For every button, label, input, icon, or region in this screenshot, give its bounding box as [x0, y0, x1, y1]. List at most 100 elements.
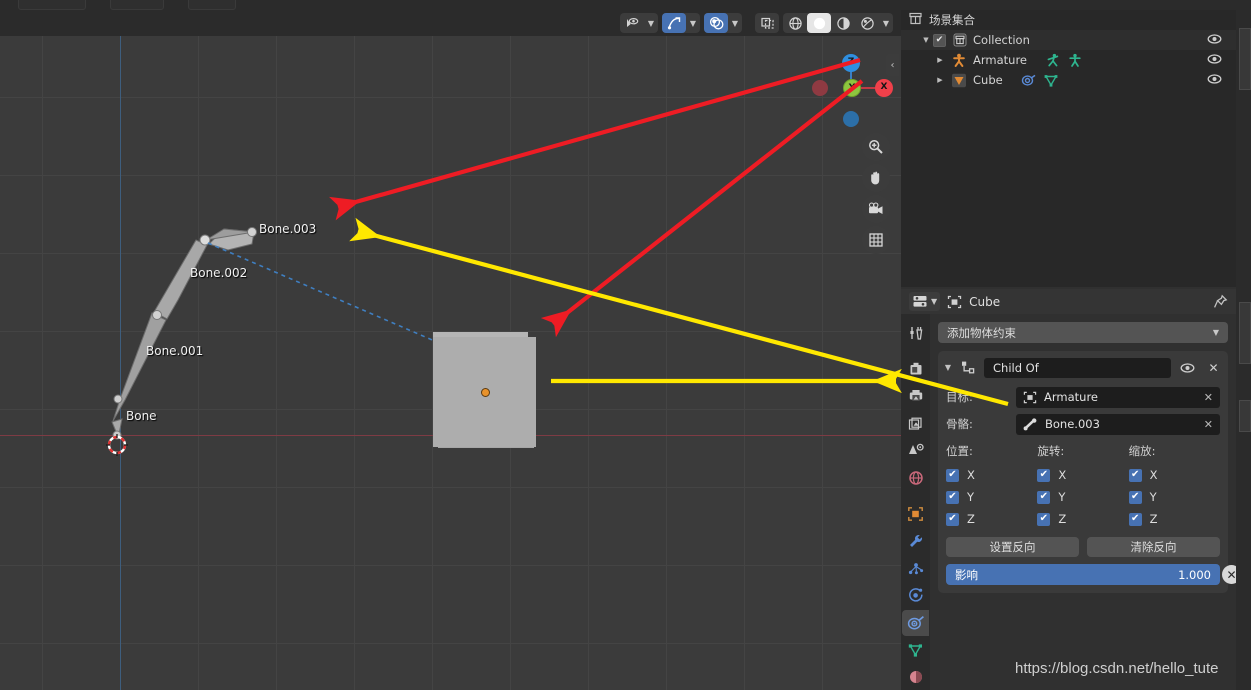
rotation-z-checkbox[interactable]: ✔: [1037, 512, 1051, 526]
outliner-scene-collection[interactable]: 场景集合: [901, 10, 1236, 30]
scale-x-checkbox[interactable]: ✔: [1128, 468, 1142, 482]
overlays-icon[interactable]: [704, 13, 728, 33]
collection-checkbox[interactable]: ✔: [933, 33, 946, 47]
gizmo-axis-z[interactable]: Z: [842, 54, 860, 72]
set-inverse-button[interactable]: 设置反向: [946, 537, 1079, 557]
rotation-x-checkbox[interactable]: ✔: [1037, 468, 1051, 482]
chevron-down-icon[interactable]: ▼: [931, 297, 937, 306]
tab-modifiers[interactable]: [902, 528, 929, 554]
solid-sphere-icon[interactable]: [807, 13, 831, 33]
navigation-gizmo[interactable]: Z Y X: [805, 40, 897, 132]
tab-scene[interactable]: [902, 438, 929, 464]
grid-icon[interactable]: [862, 226, 890, 254]
constraint-icon[interactable]: [1021, 73, 1037, 88]
location-x-checkbox[interactable]: ✔: [946, 468, 959, 482]
clear-bone-icon[interactable]: ✕: [1204, 418, 1213, 431]
constraint-eye-icon[interactable]: [1178, 362, 1197, 374]
rotation-x-row[interactable]: ✔ X: [1037, 464, 1128, 486]
armature-data-icon[interactable]: [1067, 53, 1083, 68]
visibility-eye-icon[interactable]: [1207, 53, 1222, 68]
gizmo-axis-neg-x[interactable]: [812, 80, 828, 96]
outliner-row-armature[interactable]: ▶ Armature: [901, 50, 1236, 70]
tab-physics[interactable]: [902, 582, 929, 608]
rendered-sphere-icon[interactable]: [855, 13, 879, 33]
pose-icon[interactable]: [1045, 53, 1061, 68]
cube-origin-point[interactable]: [481, 388, 490, 397]
location-y-row[interactable]: ✔ Y: [946, 486, 1037, 508]
location-x-row[interactable]: ✔ X: [946, 464, 1037, 486]
rotation-y-row[interactable]: ✔ Y: [1037, 486, 1128, 508]
right-pane-1[interactable]: [1239, 28, 1251, 90]
clear-inverse-button[interactable]: 清除反向: [1087, 537, 1220, 557]
location-y-checkbox[interactable]: ✔: [946, 490, 959, 504]
viewport-sidebar-collapse-icon[interactable]: ‹: [886, 54, 899, 76]
expand-triangle-icon[interactable]: ▶: [933, 56, 947, 64]
material-sphere-icon[interactable]: [831, 13, 855, 33]
overlays-toggle-group[interactable]: ▼: [704, 13, 742, 33]
tab-object-data[interactable]: [902, 637, 929, 663]
shading-mode-group[interactable]: ▼: [783, 13, 893, 33]
chevron-down-icon[interactable]: ▼: [879, 13, 893, 33]
constraint-panel-header[interactable]: ▼ Child Of ✕: [943, 356, 1223, 379]
constraint-name-field[interactable]: Child Of: [984, 357, 1171, 378]
properties-editor[interactable]: ▼ Cube 添加物体约束 ▼ ▼ Child Of ✕ 目标: Armatur…: [901, 289, 1241, 690]
tab-output[interactable]: [902, 383, 929, 409]
tab-render[interactable]: [902, 356, 929, 382]
expand-triangle-icon[interactable]: ▼: [919, 36, 933, 44]
top-widget-2[interactable]: [110, 0, 164, 10]
chevron-down-icon[interactable]: ▼: [686, 13, 700, 33]
xray-toggle-group[interactable]: [755, 13, 779, 33]
tab-tool[interactable]: [902, 320, 929, 346]
top-widget-3[interactable]: [188, 0, 236, 10]
right-pane-3[interactable]: [1239, 400, 1251, 432]
visibility-eye-icon[interactable]: [1207, 73, 1222, 88]
tab-particles[interactable]: [902, 555, 929, 581]
scale-z-row[interactable]: ✔ Z: [1128, 508, 1220, 530]
panel-expand-triangle-icon[interactable]: ▼: [943, 363, 953, 372]
pan-hand-icon[interactable]: [862, 164, 890, 192]
influence-slider[interactable]: 影响 1.000 ✕: [946, 564, 1241, 585]
pin-icon[interactable]: [1213, 294, 1228, 309]
scale-z-checkbox[interactable]: ✔: [1128, 512, 1142, 526]
bone-field[interactable]: Bone.003 ✕: [1016, 413, 1220, 435]
editor-type-dropdown[interactable]: ▼: [909, 292, 941, 311]
gizmo-axis-x[interactable]: X: [875, 79, 893, 97]
viewport-3d[interactable]: Bone Bone.001 Bone.002 Bone.003 Z Y X ‹ …: [0, 10, 901, 690]
rotation-z-row[interactable]: ✔ Z: [1037, 508, 1128, 530]
gizmo-icon[interactable]: [662, 13, 686, 33]
tab-world[interactable]: [902, 465, 929, 491]
tab-material[interactable]: [902, 664, 929, 690]
clear-target-icon[interactable]: ✕: [1204, 391, 1213, 404]
rotation-y-checkbox[interactable]: ✔: [1037, 490, 1051, 504]
scale-y-row[interactable]: ✔ Y: [1128, 486, 1220, 508]
location-z-row[interactable]: ✔ Z: [946, 508, 1037, 530]
gizmo-toggle-group[interactable]: ▼: [662, 13, 700, 33]
wireframe-sphere-icon[interactable]: [783, 13, 807, 33]
zoom-icon[interactable]: [862, 133, 890, 161]
outliner-editor[interactable]: 场景集合 ▼ ✔ Collection ▶ Armature ▶ Cube: [901, 0, 1236, 287]
chevron-down-icon[interactable]: ▼: [728, 13, 742, 33]
target-field[interactable]: Armature ✕: [1016, 386, 1220, 408]
tab-object[interactable]: [902, 501, 929, 527]
top-widget-1[interactable]: [18, 0, 86, 10]
mesh-data-icon[interactable]: [1043, 73, 1059, 88]
properties-tab-column[interactable]: [901, 314, 930, 690]
xray-icon[interactable]: [755, 13, 779, 33]
visibility-eye-icon[interactable]: [1207, 33, 1222, 48]
right-pane-2[interactable]: [1239, 302, 1251, 364]
outliner-row-cube[interactable]: ▶ Cube: [901, 70, 1236, 90]
scale-x-row[interactable]: ✔ X: [1128, 464, 1220, 486]
tab-constraints[interactable]: [902, 609, 929, 636]
add-object-constraint-dropdown[interactable]: 添加物体约束 ▼: [938, 322, 1228, 343]
outliner-row-collection[interactable]: ▼ ✔ Collection: [901, 30, 1236, 50]
gizmo-axis-neg-z[interactable]: [843, 111, 859, 127]
location-z-checkbox[interactable]: ✔: [946, 512, 959, 526]
visibility-dropdown[interactable]: ▼: [620, 13, 658, 33]
chevron-down-icon[interactable]: ▼: [1213, 328, 1219, 337]
eye-cursor-icon[interactable]: [620, 13, 644, 33]
chevron-down-icon[interactable]: ▼: [644, 13, 658, 33]
scale-y-checkbox[interactable]: ✔: [1128, 490, 1142, 504]
camera-icon[interactable]: [862, 195, 890, 223]
gizmo-axis-y[interactable]: Y: [843, 79, 861, 97]
expand-triangle-icon[interactable]: ▶: [933, 76, 947, 84]
